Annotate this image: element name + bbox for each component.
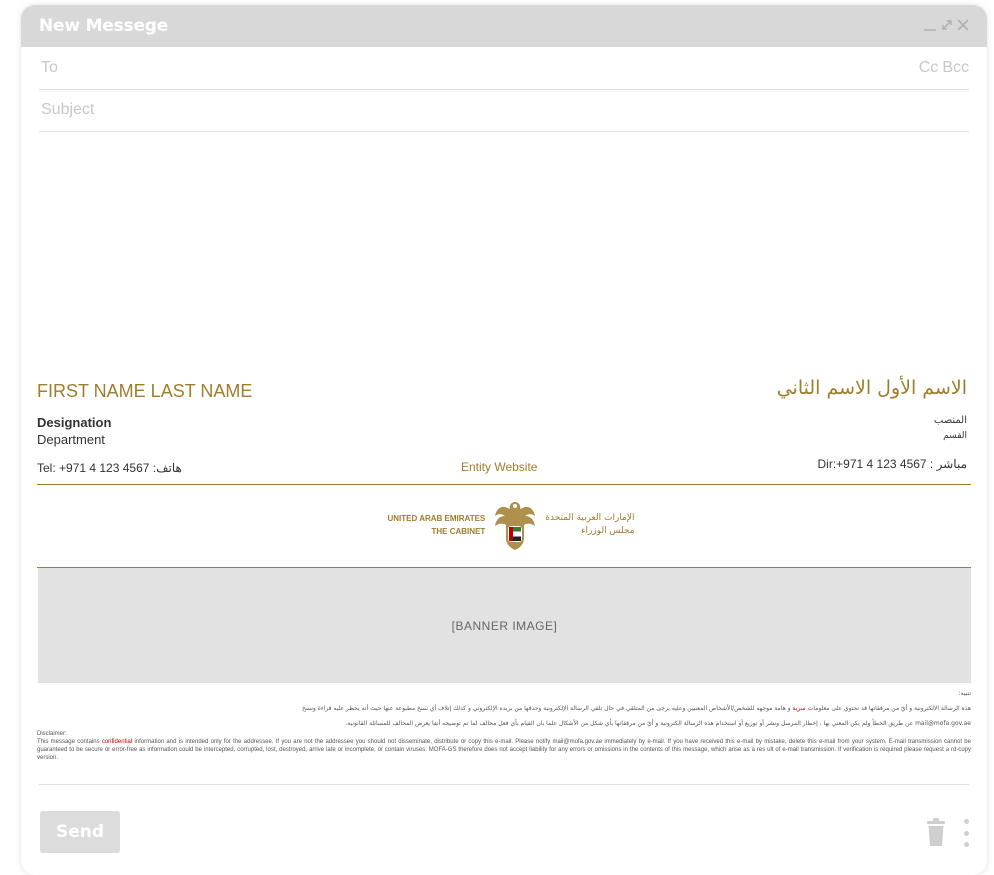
disclaimer-ar-confidential: سرية — [792, 705, 806, 712]
close-icon[interactable] — [957, 18, 969, 34]
message-body[interactable] — [39, 133, 969, 373]
compose-window: New Messege Cc Bcc FIRST NAME LAST NAME … — [21, 5, 987, 875]
banner-image-placeholder: [BANNER IMAGE] — [38, 568, 971, 683]
title-bar: New Messege — [21, 5, 987, 47]
to-row: Cc Bcc — [39, 47, 969, 90]
signature-divider — [37, 484, 971, 485]
logo-en-line1: UNITED ARAB EMIRATES — [387, 514, 486, 523]
signature-name-en: FIRST NAME LAST NAME — [37, 381, 253, 401]
footer-divider — [39, 784, 969, 785]
signature-department: Department — [37, 432, 105, 447]
signature-website-link[interactable]: Entity Website — [461, 460, 537, 474]
expand-icon[interactable] — [941, 18, 953, 34]
disclaimer-ar-text: هذه الرسالة الالكترونية و أيّ من مرفقاته… — [805, 705, 971, 712]
more-dot — [963, 830, 969, 836]
uae-cabinet-logo: UNITED ARAB EMIRATES THE CABINET الإمارا… — [351, 497, 671, 553]
minimize-icon[interactable] — [923, 18, 937, 34]
disclaimer-en-text: This message contains — [37, 739, 102, 745]
subject-row — [39, 89, 969, 132]
logo-en-line2: THE CABINET — [431, 527, 486, 536]
logo-text-ar: الإمارات العربية المتحدة مجلس الوزراء — [545, 512, 634, 538]
window-controls — [923, 18, 969, 34]
signature-tel: Tel: +971 4 123 4567 :هاتف — [37, 461, 182, 475]
logo-text-en: UNITED ARAB EMIRATES THE CABINET — [387, 512, 485, 538]
signature-designation-ar: المنصب — [933, 415, 967, 426]
disclaimer-ar-text-cont: و هامة موجهه للشخص/الأشخاص المعنيين وعلي… — [302, 705, 793, 712]
disclaimer-ar-line2: mail@mofa.gov.ae عن طريق الخطأ ولم يكن ا… — [345, 720, 971, 727]
signature-name-ar: الاسم الأول الاسم الثاني — [776, 377, 967, 399]
window-title: New Messege — [39, 16, 169, 36]
subject-input[interactable] — [39, 100, 969, 120]
disclaimer-en-body: This message contains confidential infor… — [37, 738, 971, 762]
bcc-link[interactable]: Bcc — [942, 59, 969, 77]
signature-dir: Dir:+971 4 123 4567 : مباشر — [817, 457, 967, 471]
cc-link[interactable]: Cc — [919, 59, 939, 77]
disclaimer-en-text-cont: information and is intended only for the… — [37, 739, 971, 761]
disclaimer-ar-line1: هذه الرسالة الالكترونية و أيّ من مرفقاته… — [37, 705, 971, 713]
signature-designation: Designation — [37, 415, 112, 430]
disclaimer-ar-heading: تنبيه: — [958, 690, 971, 697]
more-dot — [963, 819, 969, 824]
signature-department-ar: القسم — [943, 431, 967, 441]
more-dot — [963, 842, 969, 847]
cc-bcc-group: Cc Bcc — [919, 59, 969, 77]
trash-icon[interactable] — [925, 817, 947, 847]
more-vertical-icon[interactable] — [961, 819, 971, 847]
disclaimer-en-confidential: confidential — [101, 739, 133, 745]
falcon-emblem-icon — [495, 502, 536, 550]
to-input[interactable] — [39, 58, 919, 78]
send-button[interactable]: Send — [40, 811, 120, 853]
logo-ar-line1: الإمارات العربية المتحدة — [545, 513, 635, 523]
logo-ar-line2: مجلس الوزراء — [581, 526, 635, 536]
disclaimer-en-heading: Disclaimer: — [37, 731, 67, 737]
